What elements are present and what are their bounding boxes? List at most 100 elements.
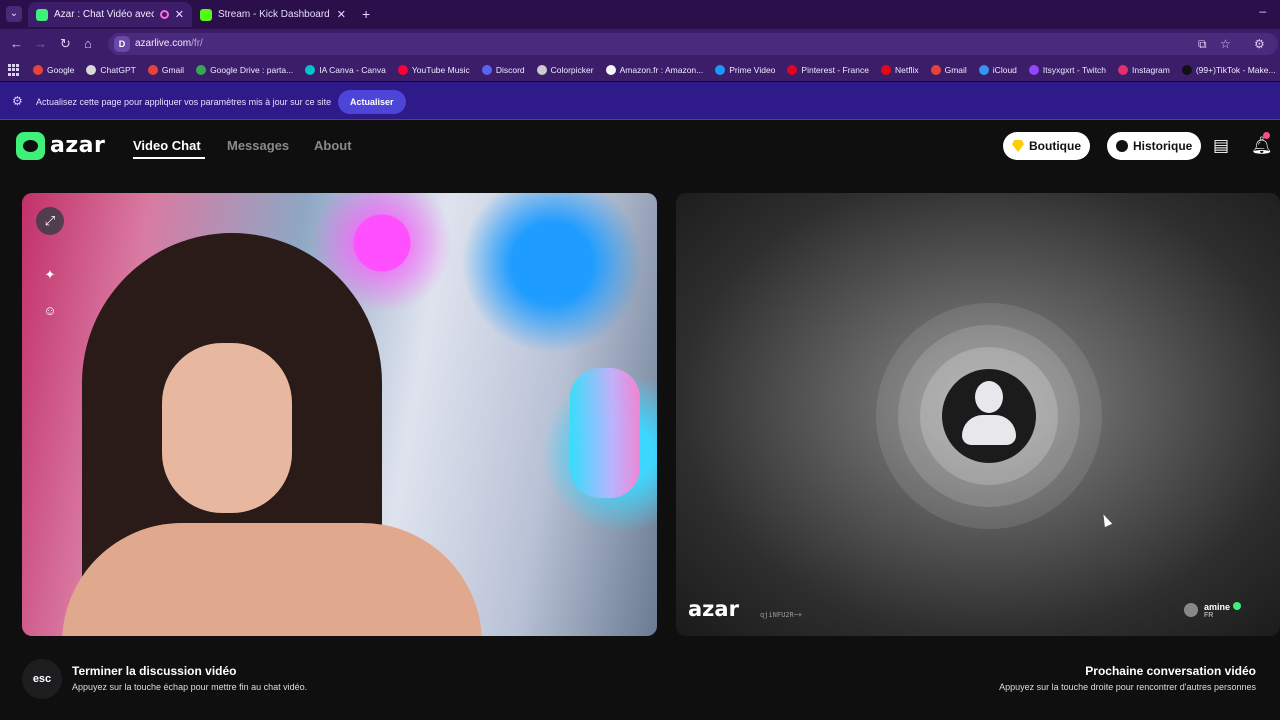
back-arrow-icon[interactable]: ← [10,36,23,51]
bookmark-label: (99+)TikTok - Make... [1195,65,1276,75]
apps-grid-icon[interactable] [8,64,19,76]
bookmark-label: iCloud [992,65,1017,75]
azar-app: azar Video Chat Messages About Boutique … [0,121,1280,720]
bookmark-item[interactable]: Discord [481,65,525,75]
bookmark-item[interactable]: Google Drive : parta... [196,65,293,75]
placeholder-avatar-icon [942,369,1036,463]
bookmark-favicon-icon [536,65,547,75]
notification-bell-icon[interactable]: 🔔︎ [1251,136,1273,156]
bookmark-favicon-icon [196,65,207,75]
nav-video-chat[interactable]: Video Chat [133,138,201,153]
bookmark-item[interactable]: Pinterest - France [787,65,869,75]
tab-title: Stream - Kick Dashboard [218,9,330,20]
home-icon[interactable]: ⌂ [84,36,92,51]
bookmark-favicon-icon [86,65,97,75]
site-info-icon[interactable]: D [114,36,130,52]
azar-watermark: azar [688,597,739,621]
historique-button[interactable]: Historique [1107,132,1202,160]
close-tab-icon[interactable]: ✕ [337,8,346,21]
reload-icon[interactable]: ↻ [60,36,71,52]
bookmark-item[interactable]: Prime Video [715,65,775,75]
reload-settings-button[interactable]: Actualiser [338,90,406,114]
notification-badge [1263,132,1270,139]
esc-key-button[interactable]: esc [22,659,62,699]
end-chat-hint: Appuyez sur la touche échap pour mettre … [72,682,308,692]
bookmark-label: YouTube Music [411,65,470,75]
bookmark-item[interactable]: Netflix [880,65,919,75]
bookmark-label: Discord [495,65,525,75]
new-tab-button[interactable]: + [362,6,370,22]
inbox-icon[interactable]: ▤ [1213,136,1229,156]
clock-icon [1116,140,1128,152]
bookmark-label: Google [47,65,75,75]
bookmark-item[interactable]: Instagram [1118,65,1170,75]
magic-wand-icon[interactable]: ✦ [36,261,64,289]
close-tab-icon[interactable]: ✕ [175,8,184,21]
address-bar[interactable]: D azarlive.com/fr/ ⧉ ☆ ⚙ [108,33,1278,55]
bookmark-item[interactable]: Itsyxgxrt - Twitch [1028,65,1107,75]
azar-logo-icon[interactable] [16,132,45,160]
install-app-icon[interactable]: ⧉ [1198,37,1207,52]
bookmark-label: Itsyxgxrt - Twitch [1042,65,1107,75]
bookmark-label: Pinterest - France [801,65,869,75]
azar-logo-text[interactable]: azar [50,133,105,158]
tab-title: Azar : Chat Vidéo avec de n [54,9,154,20]
bookmark-favicon-icon [147,65,158,75]
browser-tabstrip: ⌄ Azar : Chat Vidéo avec de n ✕ Stream -… [0,0,1280,29]
gem-icon [1012,140,1024,152]
bookmark-item[interactable]: (99+)TikTok - Make... [1181,65,1276,75]
bookmark-star-icon[interactable]: ☆ [1220,37,1231,51]
bookmark-label: Gmail [161,65,185,75]
bookmark-favicon-icon [930,65,941,75]
bookmark-label: IA Canva - Canva [319,65,386,75]
remote-video: azar qjiNFU2R~+ amine FR [676,193,1280,636]
bookmark-favicon-icon [1028,65,1039,75]
tab-search-icon[interactable]: ⌄ [6,6,22,22]
bookmark-favicon-icon [880,65,891,75]
bookmark-favicon-icon [397,65,408,75]
extensions-icon[interactable]: ⚙ [1254,37,1265,51]
bookmark-label: Netflix [894,65,919,75]
local-video: ⤢ ✦ ☺ [22,193,657,636]
bookmark-favicon-icon [787,65,798,75]
bookmark-item[interactable]: Gmail [147,65,185,75]
remote-user-country: FR [1204,611,1214,619]
person-body [62,523,482,636]
nav-about[interactable]: About [314,138,352,153]
bookmark-label: Colorpicker [550,65,594,75]
boutique-button[interactable]: Boutique [1003,132,1090,160]
tab-kick[interactable]: Stream - Kick Dashboard ✕ [192,2,354,27]
nav-messages[interactable]: Messages [227,138,289,153]
settings-gear-icon: ⚙ [12,94,23,108]
bookmark-item[interactable]: iCloud [978,65,1017,75]
infobar-message: Actualisez cette page pour appliquer vos… [36,97,332,107]
forward-arrow-icon[interactable]: → [34,36,47,51]
bookmark-item[interactable]: Amazon.fr : Amazon... [605,65,704,75]
bookmark-label: Gmail [944,65,967,75]
tab-azar[interactable]: Azar : Chat Vidéo avec de n ✕ [28,2,192,27]
boutique-label: Boutique [1029,139,1081,153]
remote-user-name: amine [1204,601,1231,612]
bookmark-item[interactable]: IA Canva - Canva [305,65,386,75]
watermark-id: qjiNFU2R~+ [760,611,803,619]
fullscreen-icon[interactable]: ⤢ [36,207,64,235]
bookmark-favicon-icon [1118,65,1129,75]
bookmark-item[interactable]: Gmail [930,65,967,75]
kick-favicon-icon [200,8,212,21]
recording-icon [159,10,169,19]
bookmark-item[interactable]: ChatGPT [86,65,136,75]
settings-infobar: ⚙ Actualisez cette page pour appliquer v… [0,82,1280,120]
bookmark-item[interactable]: YouTube Music [397,65,470,75]
historique-label: Historique [1133,139,1193,153]
bookmark-label: Instagram [1132,65,1170,75]
bookmark-favicon-icon [305,65,316,75]
minimize-window-button[interactable]: – [1259,4,1266,18]
azar-favicon-icon [36,8,48,21]
face-filter-icon[interactable]: ☺ [36,297,64,325]
bookmark-label: Amazon.fr : Amazon... [619,65,704,75]
bookmark-favicon-icon [33,65,43,75]
bookmark-item[interactable]: Colorpicker [536,65,594,75]
next-chat-title: Prochaine conversation vidéo [1085,664,1256,678]
remote-user-chip[interactable]: amine FR [1184,599,1242,621]
bookmark-item[interactable]: Google [33,65,74,75]
